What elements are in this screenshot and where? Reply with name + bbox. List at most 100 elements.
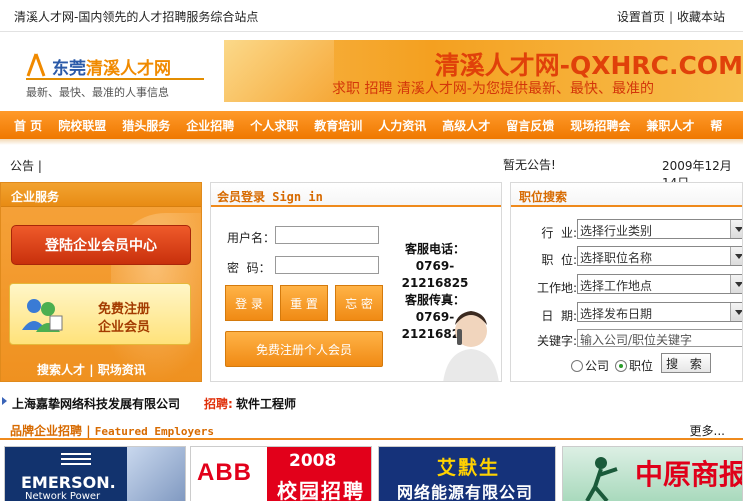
abb-year: 2008 bbox=[289, 451, 337, 471]
notice-label: 公告 | bbox=[10, 159, 42, 173]
employer-logo-emerson-network[interactable]: 艾默生 网络能源有限公司 bbox=[378, 446, 556, 501]
banner-headline: 清溪人才网-QXHRC.COM bbox=[434, 51, 743, 80]
member-login-panel: 会员登录 Sign in 用户名： 密 码： 登 录 重 置 忘 密 免费注册个… bbox=[210, 182, 502, 382]
username-input[interactable] bbox=[275, 226, 379, 244]
main-nav: 首 页 院校联盟 猎头服务 企业招聘 个人求职 教育培训 人力资讯 高级人才 留… bbox=[0, 111, 743, 139]
notice-bar: 公告 | 暂无公告! 2009年12月14日 bbox=[0, 150, 743, 190]
banner-decoration bbox=[224, 40, 334, 102]
abb-campus-text: 校园招聘 bbox=[277, 479, 365, 501]
location-select[interactable]: 选择工作地点 bbox=[577, 274, 742, 294]
abb-name: ABB bbox=[197, 459, 252, 486]
employer-logo-abb[interactable]: ABB 2008 校园招聘 bbox=[190, 446, 372, 501]
password-label: 密 码： bbox=[227, 261, 271, 275]
users-icon bbox=[22, 299, 63, 332]
logo-tagline: 最新、最快、最准的人事信息 bbox=[26, 86, 169, 99]
ticker-job-link[interactable]: 软件工程师 bbox=[236, 395, 296, 412]
featured-title: 品牌企业招聘 | Featured Employers bbox=[10, 422, 214, 439]
member-reset-button[interactable]: 重 置 bbox=[280, 285, 328, 321]
logo-name: 东莞清溪人才网 bbox=[52, 54, 171, 79]
logo-name-brand: 清溪人才网 bbox=[86, 59, 171, 79]
location-label: 工作地: bbox=[536, 281, 577, 295]
top-bar: 清溪人才网-国内领先的人才招聘服务综合站点 设置首页 | 收藏本站 bbox=[0, 0, 743, 32]
ems-subtitle: 网络能源有限公司 bbox=[397, 483, 534, 501]
phone-label: 客服电话： bbox=[404, 242, 465, 256]
position-select[interactable]: 选择职位名称 bbox=[577, 246, 742, 266]
employer-logo-emerson[interactable]: EMERSON. Network Power bbox=[4, 446, 186, 501]
username-label: 用户名： bbox=[227, 231, 276, 245]
enterprise-links-separator: | bbox=[89, 363, 94, 377]
chevron-down-icon bbox=[730, 220, 742, 238]
nav-item-hr-news[interactable]: 人力资讯 bbox=[370, 117, 434, 134]
career-news-link[interactable]: 职场资讯 bbox=[98, 363, 146, 377]
site-logo[interactable]: 东莞清溪人才网 最新、最快、最准的人事信息 bbox=[20, 52, 210, 102]
featured-more-link[interactable]: 更多... bbox=[690, 422, 725, 439]
banner-subline: 求职 招聘 清溪人才网-为您提供最新、最快、最准的 bbox=[332, 81, 654, 97]
enterprise-register-button[interactable]: 免费注册 企业会员 bbox=[9, 283, 191, 345]
set-home-link[interactable]: 设置首页 bbox=[617, 10, 665, 24]
industry-selected: 选择行业类别 bbox=[580, 224, 653, 238]
password-input[interactable] bbox=[275, 256, 379, 274]
ems-name: 艾默生 bbox=[437, 457, 501, 479]
phone-area: 0769- bbox=[415, 259, 455, 273]
date-label: 日 期: bbox=[541, 309, 577, 323]
emerson-name: EMERSON. bbox=[21, 473, 116, 492]
featured-employers-header: 品牌企业招聘 | Featured Employers 更多... bbox=[0, 420, 743, 440]
radio-job[interactable]: 职位 bbox=[615, 357, 653, 374]
member-login-button[interactable]: 登 录 bbox=[225, 285, 273, 321]
search-button[interactable]: 搜 索 bbox=[661, 353, 711, 373]
nav-item-training[interactable]: 教育培训 bbox=[306, 117, 370, 134]
member-forgot-button[interactable]: 忘 密 bbox=[335, 285, 383, 321]
emerson-lines-icon bbox=[61, 453, 91, 465]
featured-employer-logos: EMERSON. Network Power ABB 2008 校园招聘 艾默生… bbox=[0, 444, 743, 501]
favorite-link[interactable]: 收藏本站 bbox=[677, 10, 725, 24]
job-search-title: 职位搜索 bbox=[519, 190, 568, 204]
enterprise-service-panel: 企业服务 登陆企业会员中心 免费注册 企业会员 搜索人才 | 职场资讯 bbox=[0, 182, 202, 382]
register-line-2: 企业会员 bbox=[98, 320, 151, 335]
nav-item-recruit[interactable]: 企业招聘 bbox=[178, 117, 242, 134]
register-line-1: 免费注册 bbox=[98, 302, 151, 317]
register-personal-button[interactable]: 免费注册个人会员 bbox=[225, 331, 383, 367]
keyword-input[interactable]: 输入公司/职位关键字 bbox=[577, 329, 742, 347]
industry-label: 行 业: bbox=[541, 226, 577, 240]
position-selected: 选择职位名称 bbox=[580, 251, 653, 265]
nav-item-feedback[interactable]: 留言反馈 bbox=[498, 117, 562, 134]
radio-job-label: 职位 bbox=[629, 359, 654, 373]
search-talent-link[interactable]: 搜索人才 bbox=[37, 363, 85, 377]
nav-item-job-fair[interactable]: 现场招聘会 bbox=[562, 117, 638, 134]
nav-item-headhunter[interactable]: 猎头服务 bbox=[114, 117, 178, 134]
nav-item-senior[interactable]: 高级人才 bbox=[434, 117, 498, 134]
header-banner[interactable]: 清溪人才网-QXHRC.COM 求职 招聘 清溪人才网-为您提供最新、最快、最准… bbox=[224, 40, 743, 102]
radio-company-label: 公司 bbox=[585, 359, 610, 373]
ticker-recruit-label: 招聘: bbox=[204, 397, 233, 411]
nav-item-jobseek[interactable]: 个人求职 bbox=[242, 117, 306, 134]
notice-content: 暂无公告! bbox=[503, 158, 556, 172]
radio-company[interactable]: 公司 bbox=[571, 357, 609, 374]
employer-logo-zhongyuan[interactable]: 中原商报 bbox=[562, 446, 743, 501]
date-select[interactable]: 选择发布日期 bbox=[577, 302, 742, 322]
site-slogan: 清溪人才网-国内领先的人才招聘服务综合站点 bbox=[14, 10, 259, 24]
nav-item-parttime[interactable]: 兼职人才 bbox=[638, 117, 702, 134]
location-selected: 选择工作地点 bbox=[580, 279, 653, 293]
enterprise-panel-title: 企业服务 bbox=[11, 190, 60, 204]
industry-select[interactable]: 选择行业类别 bbox=[577, 219, 742, 239]
recruit-ticker: 上海嘉挚网络科技发展有限公司 招聘: 软件工程师 bbox=[0, 392, 743, 412]
bullet-arrow-icon bbox=[2, 397, 7, 405]
chevron-down-icon bbox=[730, 247, 742, 265]
enterprise-panel-header: 企业服务 bbox=[1, 183, 201, 207]
nav-shadow bbox=[0, 139, 743, 145]
chevron-down-icon bbox=[730, 303, 742, 321]
nav-item-college[interactable]: 院校联盟 bbox=[50, 117, 114, 134]
top-links-separator: | bbox=[668, 10, 673, 24]
emerson-photo bbox=[127, 447, 185, 501]
phone-number: 21216825 bbox=[401, 276, 469, 290]
enterprise-login-button[interactable]: 登陆企业会员中心 bbox=[11, 225, 191, 265]
nav-item-home[interactable]: 首 页 bbox=[0, 117, 50, 134]
logo-rule bbox=[26, 78, 204, 80]
date-selected: 选择发布日期 bbox=[580, 307, 653, 321]
login-panel-header: 会员登录 Sign in bbox=[211, 183, 501, 207]
nav-item-help[interactable]: 帮 bbox=[702, 117, 730, 134]
featured-title-separator: | bbox=[86, 424, 91, 438]
emerson-subtitle: Network Power bbox=[25, 491, 101, 501]
ticker-company-link[interactable]: 上海嘉挚网络科技发展有限公司 bbox=[12, 395, 180, 412]
featured-title-en: Featured Employers bbox=[94, 425, 214, 438]
